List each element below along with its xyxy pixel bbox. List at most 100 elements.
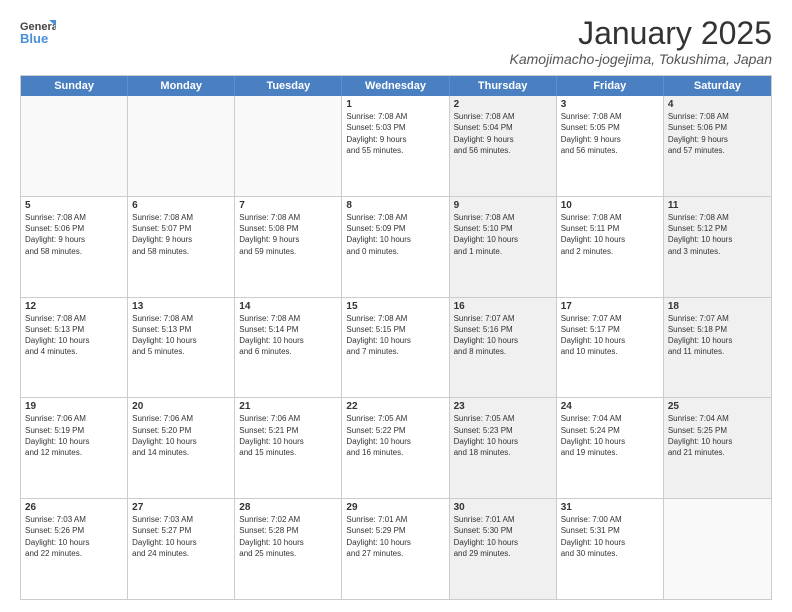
- day-number: 29: [346, 502, 444, 513]
- day-number: 15: [346, 301, 444, 312]
- day-number: 22: [346, 401, 444, 412]
- day-info: Sunrise: 7:01 AM Sunset: 5:30 PM Dayligh…: [454, 514, 552, 559]
- day-info: Sunrise: 7:08 AM Sunset: 5:08 PM Dayligh…: [239, 212, 337, 257]
- day-info: Sunrise: 7:00 AM Sunset: 5:31 PM Dayligh…: [561, 514, 659, 559]
- calendar-cell-3: 3Sunrise: 7:08 AM Sunset: 5:05 PM Daylig…: [557, 96, 664, 196]
- day-number: 11: [668, 200, 767, 211]
- calendar-cell-4: 4Sunrise: 7:08 AM Sunset: 5:06 PM Daylig…: [664, 96, 771, 196]
- day-number: 1: [346, 99, 444, 110]
- weekday-header-monday: Monday: [128, 76, 235, 96]
- day-number: 8: [346, 200, 444, 211]
- svg-text:Blue: Blue: [20, 31, 48, 46]
- weekday-header-friday: Friday: [557, 76, 664, 96]
- calendar-week-1: 1Sunrise: 7:08 AM Sunset: 5:03 PM Daylig…: [21, 96, 771, 197]
- day-info: Sunrise: 7:07 AM Sunset: 5:17 PM Dayligh…: [561, 313, 659, 358]
- calendar-cell-empty: [128, 96, 235, 196]
- title-block: January 2025 Kamojimacho-jogejima, Tokus…: [510, 16, 773, 67]
- day-number: 16: [454, 301, 552, 312]
- calendar-week-5: 26Sunrise: 7:03 AM Sunset: 5:26 PM Dayli…: [21, 499, 771, 599]
- calendar-cell-19: 19Sunrise: 7:06 AM Sunset: 5:19 PM Dayli…: [21, 398, 128, 498]
- day-info: Sunrise: 7:08 AM Sunset: 5:10 PM Dayligh…: [454, 212, 552, 257]
- calendar-cell-empty: [21, 96, 128, 196]
- calendar-week-2: 5Sunrise: 7:08 AM Sunset: 5:06 PM Daylig…: [21, 197, 771, 298]
- calendar-cell-25: 25Sunrise: 7:04 AM Sunset: 5:25 PM Dayli…: [664, 398, 771, 498]
- day-number: 30: [454, 502, 552, 513]
- day-info: Sunrise: 7:08 AM Sunset: 5:09 PM Dayligh…: [346, 212, 444, 257]
- calendar-cell-13: 13Sunrise: 7:08 AM Sunset: 5:13 PM Dayli…: [128, 298, 235, 398]
- calendar-body: 1Sunrise: 7:08 AM Sunset: 5:03 PM Daylig…: [21, 96, 771, 599]
- calendar-cell-21: 21Sunrise: 7:06 AM Sunset: 5:21 PM Dayli…: [235, 398, 342, 498]
- calendar-cell-7: 7Sunrise: 7:08 AM Sunset: 5:08 PM Daylig…: [235, 197, 342, 297]
- day-number: 12: [25, 301, 123, 312]
- calendar: SundayMondayTuesdayWednesdayThursdayFrid…: [20, 75, 772, 600]
- calendar-cell-17: 17Sunrise: 7:07 AM Sunset: 5:17 PM Dayli…: [557, 298, 664, 398]
- day-number: 13: [132, 301, 230, 312]
- calendar-cell-2: 2Sunrise: 7:08 AM Sunset: 5:04 PM Daylig…: [450, 96, 557, 196]
- weekday-header-wednesday: Wednesday: [342, 76, 449, 96]
- header: General Blue January 2025 Kamojimacho-jo…: [20, 16, 772, 67]
- day-number: 25: [668, 401, 767, 412]
- day-info: Sunrise: 7:05 AM Sunset: 5:22 PM Dayligh…: [346, 413, 444, 458]
- day-number: 24: [561, 401, 659, 412]
- calendar-cell-1: 1Sunrise: 7:08 AM Sunset: 5:03 PM Daylig…: [342, 96, 449, 196]
- day-number: 2: [454, 99, 552, 110]
- day-number: 7: [239, 200, 337, 211]
- calendar-cell-11: 11Sunrise: 7:08 AM Sunset: 5:12 PM Dayli…: [664, 197, 771, 297]
- day-number: 26: [25, 502, 123, 513]
- day-number: 5: [25, 200, 123, 211]
- day-info: Sunrise: 7:08 AM Sunset: 5:13 PM Dayligh…: [132, 313, 230, 358]
- day-number: 10: [561, 200, 659, 211]
- calendar-cell-28: 28Sunrise: 7:02 AM Sunset: 5:28 PM Dayli…: [235, 499, 342, 599]
- calendar-week-4: 19Sunrise: 7:06 AM Sunset: 5:19 PM Dayli…: [21, 398, 771, 499]
- day-info: Sunrise: 7:03 AM Sunset: 5:27 PM Dayligh…: [132, 514, 230, 559]
- day-info: Sunrise: 7:04 AM Sunset: 5:24 PM Dayligh…: [561, 413, 659, 458]
- day-info: Sunrise: 7:04 AM Sunset: 5:25 PM Dayligh…: [668, 413, 767, 458]
- calendar-cell-27: 27Sunrise: 7:03 AM Sunset: 5:27 PM Dayli…: [128, 499, 235, 599]
- day-info: Sunrise: 7:01 AM Sunset: 5:29 PM Dayligh…: [346, 514, 444, 559]
- calendar-cell-10: 10Sunrise: 7:08 AM Sunset: 5:11 PM Dayli…: [557, 197, 664, 297]
- day-info: Sunrise: 7:06 AM Sunset: 5:19 PM Dayligh…: [25, 413, 123, 458]
- day-number: 23: [454, 401, 552, 412]
- weekday-header-sunday: Sunday: [21, 76, 128, 96]
- weekday-header-saturday: Saturday: [664, 76, 771, 96]
- page: General Blue January 2025 Kamojimacho-jo…: [0, 0, 792, 612]
- day-info: Sunrise: 7:08 AM Sunset: 5:12 PM Dayligh…: [668, 212, 767, 257]
- weekday-header-tuesday: Tuesday: [235, 76, 342, 96]
- calendar-cell-16: 16Sunrise: 7:07 AM Sunset: 5:16 PM Dayli…: [450, 298, 557, 398]
- day-info: Sunrise: 7:06 AM Sunset: 5:21 PM Dayligh…: [239, 413, 337, 458]
- logo: General Blue: [20, 16, 56, 52]
- day-number: 3: [561, 99, 659, 110]
- day-number: 31: [561, 502, 659, 513]
- calendar-cell-empty: [664, 499, 771, 599]
- weekday-header-thursday: Thursday: [450, 76, 557, 96]
- calendar-cell-9: 9Sunrise: 7:08 AM Sunset: 5:10 PM Daylig…: [450, 197, 557, 297]
- day-number: 9: [454, 200, 552, 211]
- calendar-cell-20: 20Sunrise: 7:06 AM Sunset: 5:20 PM Dayli…: [128, 398, 235, 498]
- calendar-cell-29: 29Sunrise: 7:01 AM Sunset: 5:29 PM Dayli…: [342, 499, 449, 599]
- day-info: Sunrise: 7:05 AM Sunset: 5:23 PM Dayligh…: [454, 413, 552, 458]
- calendar-cell-empty: [235, 96, 342, 196]
- calendar-cell-26: 26Sunrise: 7:03 AM Sunset: 5:26 PM Dayli…: [21, 499, 128, 599]
- logo-graphic: General Blue: [20, 16, 56, 52]
- day-number: 17: [561, 301, 659, 312]
- day-info: Sunrise: 7:08 AM Sunset: 5:11 PM Dayligh…: [561, 212, 659, 257]
- day-number: 18: [668, 301, 767, 312]
- day-number: 19: [25, 401, 123, 412]
- calendar-cell-30: 30Sunrise: 7:01 AM Sunset: 5:30 PM Dayli…: [450, 499, 557, 599]
- calendar-cell-12: 12Sunrise: 7:08 AM Sunset: 5:13 PM Dayli…: [21, 298, 128, 398]
- day-info: Sunrise: 7:08 AM Sunset: 5:14 PM Dayligh…: [239, 313, 337, 358]
- calendar-cell-22: 22Sunrise: 7:05 AM Sunset: 5:22 PM Dayli…: [342, 398, 449, 498]
- day-info: Sunrise: 7:08 AM Sunset: 5:06 PM Dayligh…: [668, 111, 767, 156]
- calendar-cell-31: 31Sunrise: 7:00 AM Sunset: 5:31 PM Dayli…: [557, 499, 664, 599]
- day-number: 28: [239, 502, 337, 513]
- day-info: Sunrise: 7:08 AM Sunset: 5:13 PM Dayligh…: [25, 313, 123, 358]
- calendar-cell-24: 24Sunrise: 7:04 AM Sunset: 5:24 PM Dayli…: [557, 398, 664, 498]
- calendar-cell-6: 6Sunrise: 7:08 AM Sunset: 5:07 PM Daylig…: [128, 197, 235, 297]
- calendar-header: SundayMondayTuesdayWednesdayThursdayFrid…: [21, 76, 771, 96]
- day-info: Sunrise: 7:08 AM Sunset: 5:07 PM Dayligh…: [132, 212, 230, 257]
- day-info: Sunrise: 7:07 AM Sunset: 5:18 PM Dayligh…: [668, 313, 767, 358]
- day-number: 20: [132, 401, 230, 412]
- calendar-cell-8: 8Sunrise: 7:08 AM Sunset: 5:09 PM Daylig…: [342, 197, 449, 297]
- calendar-week-3: 12Sunrise: 7:08 AM Sunset: 5:13 PM Dayli…: [21, 298, 771, 399]
- calendar-cell-18: 18Sunrise: 7:07 AM Sunset: 5:18 PM Dayli…: [664, 298, 771, 398]
